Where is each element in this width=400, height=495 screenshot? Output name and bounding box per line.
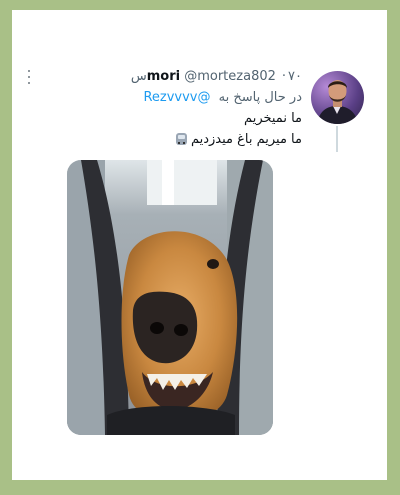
tweet-text-line-2-text: ما میریم باغ میدزدیم [190,132,302,147]
avatar[interactable] [311,71,364,124]
more-options-icon[interactable] [27,70,31,84]
tweet-header: mori @morteza802·۷۰س [131,67,302,87]
dog-photo-image [67,160,273,435]
thread-line [336,126,338,152]
reply-mention-link[interactable]: @Rezvvvv [143,90,210,105]
tweet-text-line-1: ما نمیخریم [244,111,302,126]
display-name[interactable]: mori [147,69,180,84]
replying-to: در حال پاسخ به @Rezvvvv [143,88,302,108]
bus-stop-icon [175,133,187,145]
separator-dot: · [281,69,287,84]
user-handle[interactable]: @morteza802 [184,69,276,84]
reply-prefix: در حال پاسخ به [218,90,302,105]
tweet-text-line-2: ما میریم باغ میدزدیم [172,130,302,150]
tweet-photo[interactable] [67,160,273,435]
avatar-person-icon [317,80,358,124]
